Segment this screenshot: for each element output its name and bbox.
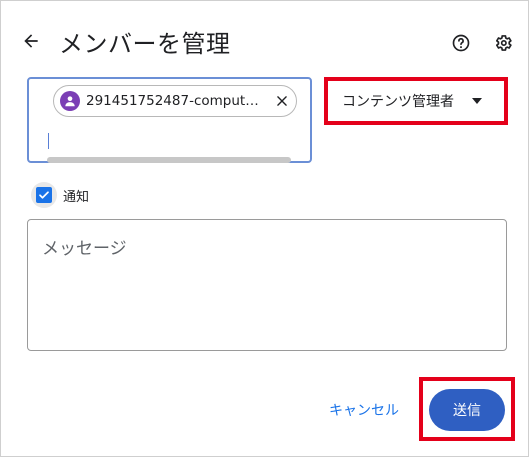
horizontal-scrollbar[interactable] [47,157,291,163]
manage-members-dialog: メンバーを管理 291451752487-compute… コンテンツ管理者 通… [0,0,529,457]
message-placeholder: メッセージ [42,239,127,259]
notify-label: 通知 [63,189,90,205]
message-textarea[interactable]: メッセージ [27,219,507,351]
role-dropdown[interactable]: コンテンツ管理者 [324,77,508,125]
remove-member-button[interactable] [272,91,292,111]
role-selected-label: コンテンツ管理者 [342,94,454,110]
caret-down-icon [472,98,482,104]
notify-checkbox[interactable] [31,182,57,208]
user-avatar-icon [60,91,80,111]
checkbox-checked [36,187,52,203]
text-cursor [48,133,49,149]
help-button[interactable] [447,29,475,57]
dialog-title: メンバーを管理 [59,29,231,58]
gear-icon [496,35,512,51]
notify-row: 通知 [31,181,89,209]
member-chip[interactable]: 291451752487-compute… [53,85,297,117]
check-icon [39,191,49,199]
member-chip-label: 291451752487-compute… [86,93,264,109]
close-icon [277,96,287,106]
help-circle-icon [452,34,470,52]
back-button[interactable] [17,27,45,55]
dialog-header: メンバーを管理 [17,19,517,63]
arrow-left-icon [24,34,38,48]
settings-button[interactable] [489,29,517,57]
cancel-button[interactable]: キャンセル [319,397,409,423]
members-input[interactable]: 291451752487-compute… [27,77,312,163]
send-button[interactable]: 送信 [429,389,505,431]
